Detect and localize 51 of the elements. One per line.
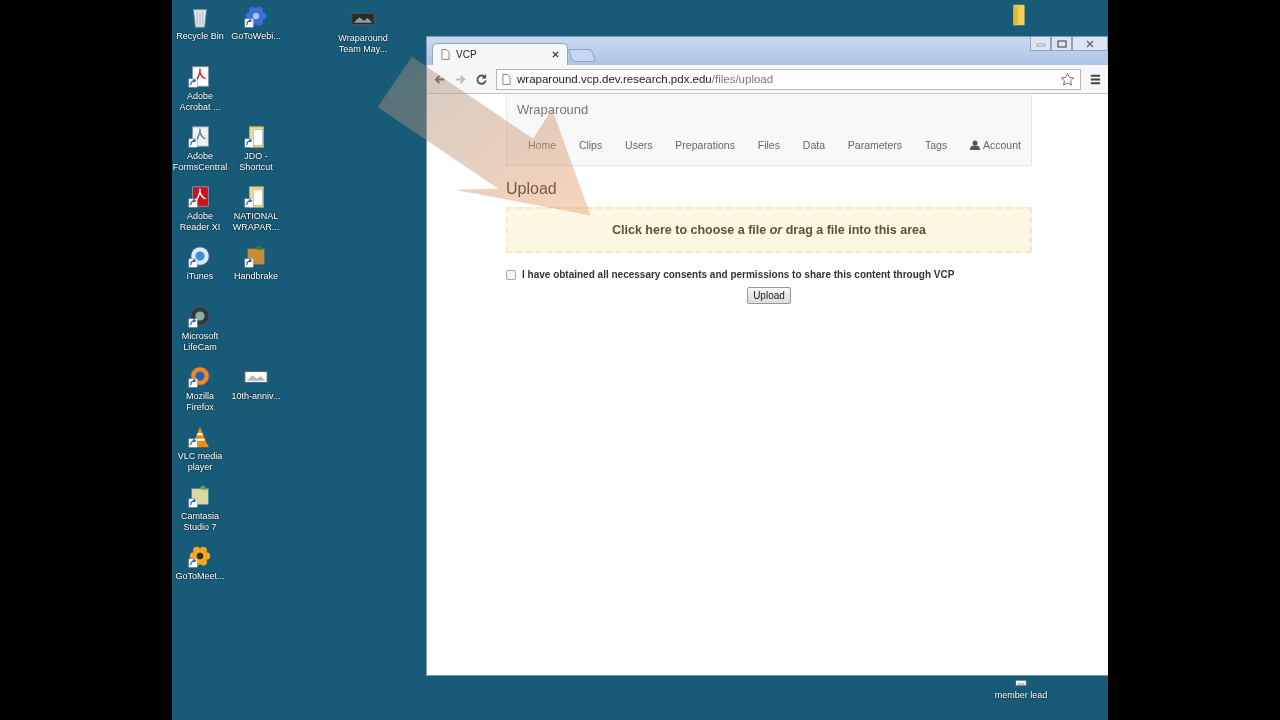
icon-label: JDO - Shortcut — [238, 151, 274, 173]
icon-label: member lead — [993, 690, 1049, 701]
icon-label: Recycle Bin — [175, 31, 225, 42]
icon-label: VLC media player — [176, 451, 224, 473]
nav-link[interactable]: Tags — [925, 139, 948, 151]
page-heading: Upload — [506, 180, 557, 198]
flower-icon[interactable] — [243, 4, 269, 30]
circle-icon[interactable] — [187, 364, 213, 390]
icon-label: Camtasia Studio 7 — [180, 511, 220, 533]
account-link[interactable]: Account — [970, 139, 1021, 151]
icon-label: Handbrake — [233, 271, 279, 282]
close-icon — [1085, 39, 1095, 48]
minimize-icon — [1035, 40, 1046, 47]
page-icon — [502, 73, 511, 85]
circle-icon[interactable] — [187, 244, 213, 270]
icon-label: Mozilla Firefox — [185, 391, 215, 413]
icon-label: Microsoft LifeCam — [180, 331, 220, 353]
consent-checkbox[interactable] — [506, 269, 516, 280]
reload-icon[interactable] — [475, 72, 488, 86]
icon-label: Adobe FormsCentral — [172, 151, 228, 173]
menu-icon[interactable] — [1089, 72, 1102, 86]
close-icon[interactable] — [552, 51, 559, 58]
nav-link[interactable]: Users — [625, 139, 653, 151]
icon-label: GoToWebi... — [230, 31, 282, 42]
nav-link[interactable]: Data — [802, 139, 825, 151]
icon-label: NATIONAL WRAPAR... — [231, 211, 281, 233]
nav-link[interactable]: Parameters — [847, 139, 903, 151]
nav-link[interactable]: Clips — [578, 139, 603, 151]
site-brand[interactable]: Wraparound — [517, 102, 1021, 117]
icon-label: Wraparound Team May... — [337, 33, 389, 55]
consent-label: I have obtained all necessary consents and permissions to share this content through VCP — [522, 269, 955, 280]
circle-icon[interactable] — [187, 304, 213, 330]
flower-icon[interactable] — [187, 544, 213, 570]
user-icon — [970, 140, 981, 150]
nav-link[interactable]: Files — [757, 139, 780, 151]
maximize-icon — [1056, 39, 1067, 48]
icon-label: Adobe Reader XI — [178, 211, 222, 233]
icon-label: Adobe Acrobat ... — [178, 91, 222, 113]
bookmark-star-icon[interactable] — [1060, 71, 1075, 87]
file-drop-zone[interactable]: Click here to choose a file or drag a file into this area — [506, 207, 1032, 253]
back-icon[interactable] — [433, 72, 446, 86]
page-icon — [441, 49, 450, 60]
icon-label: iTunes — [185, 271, 215, 282]
icon-label: GoToMeet... — [174, 571, 226, 582]
browser-tab[interactable]: VCP — [432, 43, 568, 65]
upload-button[interactable]: Upload — [747, 287, 791, 304]
close-button[interactable] — [1072, 37, 1108, 51]
icon-label: 10th-anniv... — [230, 391, 282, 402]
maximize-button[interactable] — [1051, 37, 1072, 51]
address-bar[interactable]: wraparound.vcp.dev.research.pdx.edu/files/upload — [496, 68, 1081, 90]
nav-link[interactable]: Preparations — [675, 139, 735, 151]
